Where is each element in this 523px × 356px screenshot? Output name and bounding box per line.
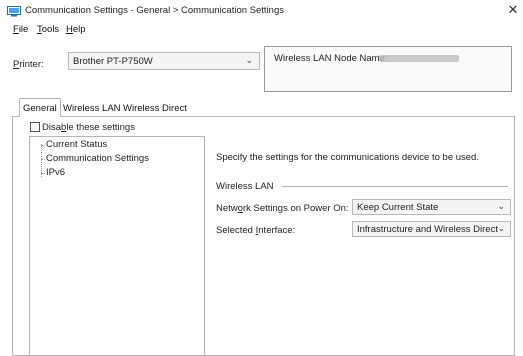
wireless-lan-group-title: Wireless LAN [216,181,274,192]
group-divider [282,186,508,187]
wireless-node-name-label: Wireless LAN Node Name: [274,53,388,64]
disable-settings-checkbox[interactable] [30,122,40,132]
printer-selected-value: Brother PT-P750W [73,56,153,67]
tab-general[interactable]: General [19,98,61,117]
app-icon [7,6,21,17]
tree-item-communication-settings[interactable]: Communication Settings [46,153,149,164]
close-icon[interactable]: ✕ [505,2,521,18]
redacted-node-name [379,55,459,62]
tree-item-current-status[interactable]: Current Status [46,139,107,150]
printer-label: Printer: [13,59,44,70]
network-settings-value: Keep Current State [357,202,439,213]
menu-tools[interactable]: Tools [37,24,59,35]
network-settings-dropdown[interactable]: Keep Current State ⌄ [352,199,511,215]
tab-wireless-lan[interactable]: Wireless LAN [60,100,124,116]
chevron-down-icon: ⌄ [245,55,253,65]
menu-help[interactable]: Help [66,24,86,35]
title-bar: Communication Settings - General > Commu… [0,0,523,22]
chevron-down-icon: ⌄ [497,201,505,211]
menu-bar: File Tools Help [0,22,523,38]
tree-connector [41,159,45,160]
settings-description: Specify the settings for the communicati… [216,152,479,163]
selected-interface-dropdown[interactable]: Infrastructure and Wireless Direct ⌄ [352,221,511,237]
selected-interface-label: Selected Interface: [216,225,296,236]
wireless-node-name-box: Wireless LAN Node Name: [264,46,512,92]
printer-dropdown[interactable]: Brother PT-P750W ⌄ [68,52,260,70]
window-title: Communication Settings - General > Commu… [25,5,284,16]
tab-wireless-direct[interactable]: Wireless Direct [120,100,190,116]
chevron-down-icon: ⌄ [497,223,505,233]
tree-connector [41,145,45,146]
settings-tree[interactable]: Current Status Communication Settings IP… [29,136,205,356]
menu-file[interactable]: File [13,24,28,35]
disable-settings-label[interactable]: Disable these settings [42,122,135,133]
network-settings-label: Network Settings on Power On: [216,203,349,214]
tree-connector [41,173,45,174]
selected-interface-value: Infrastructure and Wireless Direct [357,224,498,235]
tree-item-ipv6[interactable]: IPv6 [46,167,65,178]
